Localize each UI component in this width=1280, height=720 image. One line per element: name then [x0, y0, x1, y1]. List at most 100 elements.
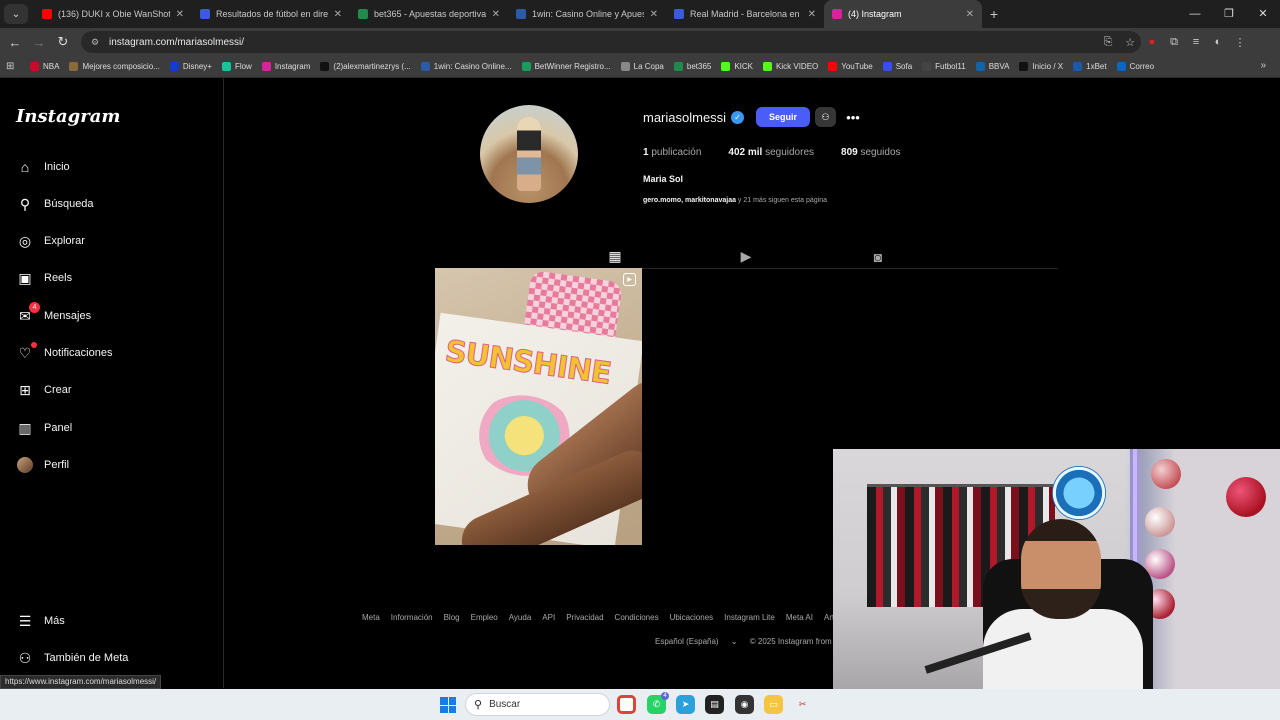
sidebar-item-more[interactable]: ☰ Más [16, 608, 65, 634]
profile-avatar-icon[interactable]: ◐ [1207, 36, 1229, 48]
browser-tab[interactable]: 1win: Casino Online y Apuestas ✕ [508, 0, 666, 28]
sidebar-item-inicio[interactable]: ⌂ Inicio [16, 154, 70, 180]
sidebar-item-perfil[interactable]: Perfil [16, 452, 69, 478]
browser-tab[interactable]: Real Madrid - Barcelona en vivo ✕ [666, 0, 824, 28]
bookmark-item[interactable]: La Copa [620, 62, 664, 71]
following-stat[interactable]: 809 seguidos [841, 147, 901, 158]
bookmark-item[interactable]: Sofa [882, 62, 912, 71]
follow-button[interactable]: Seguir [756, 107, 810, 127]
audio-app-taskbar-icon[interactable]: ▤ [705, 695, 724, 714]
extension-icon[interactable]: ● [1141, 36, 1163, 48]
whatsapp-taskbar-icon[interactable]: ✆ 4 [647, 692, 669, 714]
reload-button[interactable]: ↻ [51, 34, 75, 50]
apps-grid-icon[interactable]: ⊞ [6, 61, 20, 72]
bookmark-item[interactable]: Flow [221, 62, 252, 71]
tab-close-icon[interactable]: ✕ [808, 9, 816, 20]
tab-close-icon[interactable]: ✕ [492, 9, 500, 20]
footer-link[interactable]: Privacidad [566, 613, 603, 622]
back-button[interactable]: ← [3, 35, 27, 50]
bookmark-item[interactable]: Kick VIDEO [763, 62, 818, 71]
language-selector[interactable]: Español (España) ⌄ [655, 637, 738, 646]
extensions-puzzle-icon[interactable]: ⧉ [1163, 36, 1185, 49]
sidebar-item-also-from-meta[interactable]: ⚇ También de Meta [16, 645, 129, 671]
tab-close-icon[interactable]: ✕ [176, 9, 184, 20]
bookmark-favicon-icon [30, 62, 39, 71]
browser-menu-icon[interactable]: ⋮ [1229, 36, 1251, 49]
footer-link[interactable]: Ayuda [509, 613, 532, 622]
sidebar-item-crear[interactable]: ⊞ Crear [16, 377, 71, 403]
new-tab-button[interactable]: + [982, 6, 1006, 22]
bookmark-favicon-icon [1073, 62, 1083, 71]
footer-link[interactable]: Ubicaciones [670, 613, 714, 622]
sidebar-item-label: Perfil [44, 459, 70, 471]
footer-link[interactable]: Información [391, 613, 433, 622]
tab-search-button[interactable]: ⌄ [4, 4, 28, 24]
footer-link[interactable]: Empleo [471, 613, 498, 622]
bookmark-star-icon[interactable]: ☆ [1119, 36, 1141, 49]
sidebar-item-panel[interactable]: ▥ Panel [16, 415, 72, 441]
site-info-icon[interactable]: ⚙ [91, 37, 103, 48]
bookmark-item[interactable]: BetWinner Registro... [521, 62, 611, 71]
footer-link[interactable]: Meta AI [786, 613, 813, 622]
post-thumbnail[interactable]: SUNSHINE ▶ [435, 268, 642, 545]
sidebar-item-mensajes[interactable]: ✉ 4 Mensajes [16, 302, 91, 329]
tab-reels[interactable]: ▶ [724, 244, 768, 269]
snipping-tool-taskbar-icon[interactable]: ✂ [793, 695, 812, 714]
bookmark-item[interactable]: Mejores composicio... [69, 62, 160, 71]
bookmark-item[interactable]: YouTube [828, 62, 873, 71]
profile-avatar[interactable] [480, 105, 578, 203]
file-explorer-taskbar-icon[interactable]: ▭ [764, 695, 783, 714]
footer-link[interactable]: Condiciones [615, 613, 659, 622]
bookmark-item[interactable]: 1xBet [1073, 62, 1107, 71]
bookmark-item[interactable]: Instagram [261, 62, 310, 71]
instagram-logo[interactable]: Instagram [16, 106, 120, 127]
bookmark-item[interactable]: (2)alexmartinezrys (... [320, 62, 411, 71]
options-button[interactable]: ••• [842, 107, 864, 127]
telegram-taskbar-icon[interactable]: ➤ [676, 695, 695, 714]
obs-taskbar-icon[interactable]: ◉ [735, 695, 754, 714]
bookmark-item[interactable]: Disney+ [169, 62, 212, 71]
footer-link[interactable]: Blog [444, 613, 460, 622]
bookmark-item[interactable]: Inicio / X [1019, 62, 1063, 71]
sidebar-item-notificaciones[interactable]: ♡ Notificaciones [16, 340, 112, 366]
tab-tagged[interactable]: ◙ [856, 244, 900, 269]
taskbar-search[interactable]: ⚲ Buscar [465, 693, 610, 716]
sidebar-item-reels[interactable]: ▣ Reels [16, 265, 72, 291]
browser-tab[interactable]: Resultados de fútbol en directo ✕ [192, 0, 350, 28]
bookmark-item[interactable]: KICK [721, 62, 753, 71]
bookmark-item[interactable]: Futbol11 [922, 62, 966, 71]
followers-stat[interactable]: 402 mil seguidores [728, 147, 814, 158]
maximize-button[interactable]: ❐ [1212, 0, 1246, 28]
install-app-icon[interactable]: ⎘ [1097, 36, 1119, 49]
browser-tab[interactable]: (4) Instagram ✕ [824, 0, 982, 28]
chrome-taskbar-icon[interactable] [617, 695, 636, 714]
tab-close-icon[interactable]: ✕ [334, 9, 342, 20]
browser-tab[interactable]: (136) DUKI x Obie WanShot - H ✕ [34, 0, 192, 28]
bookmark-item[interactable]: bet365 [673, 62, 711, 71]
start-button[interactable] [440, 697, 456, 713]
more-bookmarks-icon[interactable]: » [1260, 60, 1266, 71]
bookmark-label: NBA [43, 62, 60, 71]
followed-by-text[interactable]: gero.momo, markitonavajaa y 21 más sigue… [643, 197, 827, 204]
bookmark-item[interactable]: Correo [1116, 62, 1154, 71]
tab-posts[interactable]: ▦ [593, 244, 637, 269]
sidebar-item-explorar[interactable]: ◎ Explorar [16, 228, 85, 254]
bookmark-favicon-icon [673, 62, 683, 71]
bookmark-item[interactable]: NBA [30, 62, 59, 71]
bookmark-item[interactable]: BBVA [975, 62, 1009, 71]
tab-close-icon[interactable]: ✕ [650, 9, 658, 20]
media-controls-icon[interactable]: ≡ [1185, 36, 1207, 48]
suggested-accounts-button[interactable]: ⚇ [815, 107, 836, 127]
close-window-button[interactable]: ✕ [1246, 0, 1280, 28]
profile-stats: 1 publicación 402 mil seguidores 809 seg… [643, 147, 928, 158]
forward-button[interactable]: → [27, 35, 51, 50]
minimize-button[interactable]: — [1178, 0, 1212, 28]
browser-tab[interactable]: bet365 - Apuestas deportivas e ✕ [350, 0, 508, 28]
footer-link[interactable]: Meta [362, 613, 380, 622]
footer-link[interactable]: Instagram Lite [724, 613, 775, 622]
footer-link[interactable]: API [542, 613, 555, 622]
tab-close-icon[interactable]: ✕ [966, 9, 974, 20]
sidebar-item-busqueda[interactable]: ⚲ Búsqueda [16, 191, 94, 217]
bookmark-item[interactable]: 1win: Casino Online... [420, 62, 512, 71]
address-bar[interactable]: ⚙ instagram.com/mariasolmessi/ ⎘ ☆ [81, 31, 1141, 53]
